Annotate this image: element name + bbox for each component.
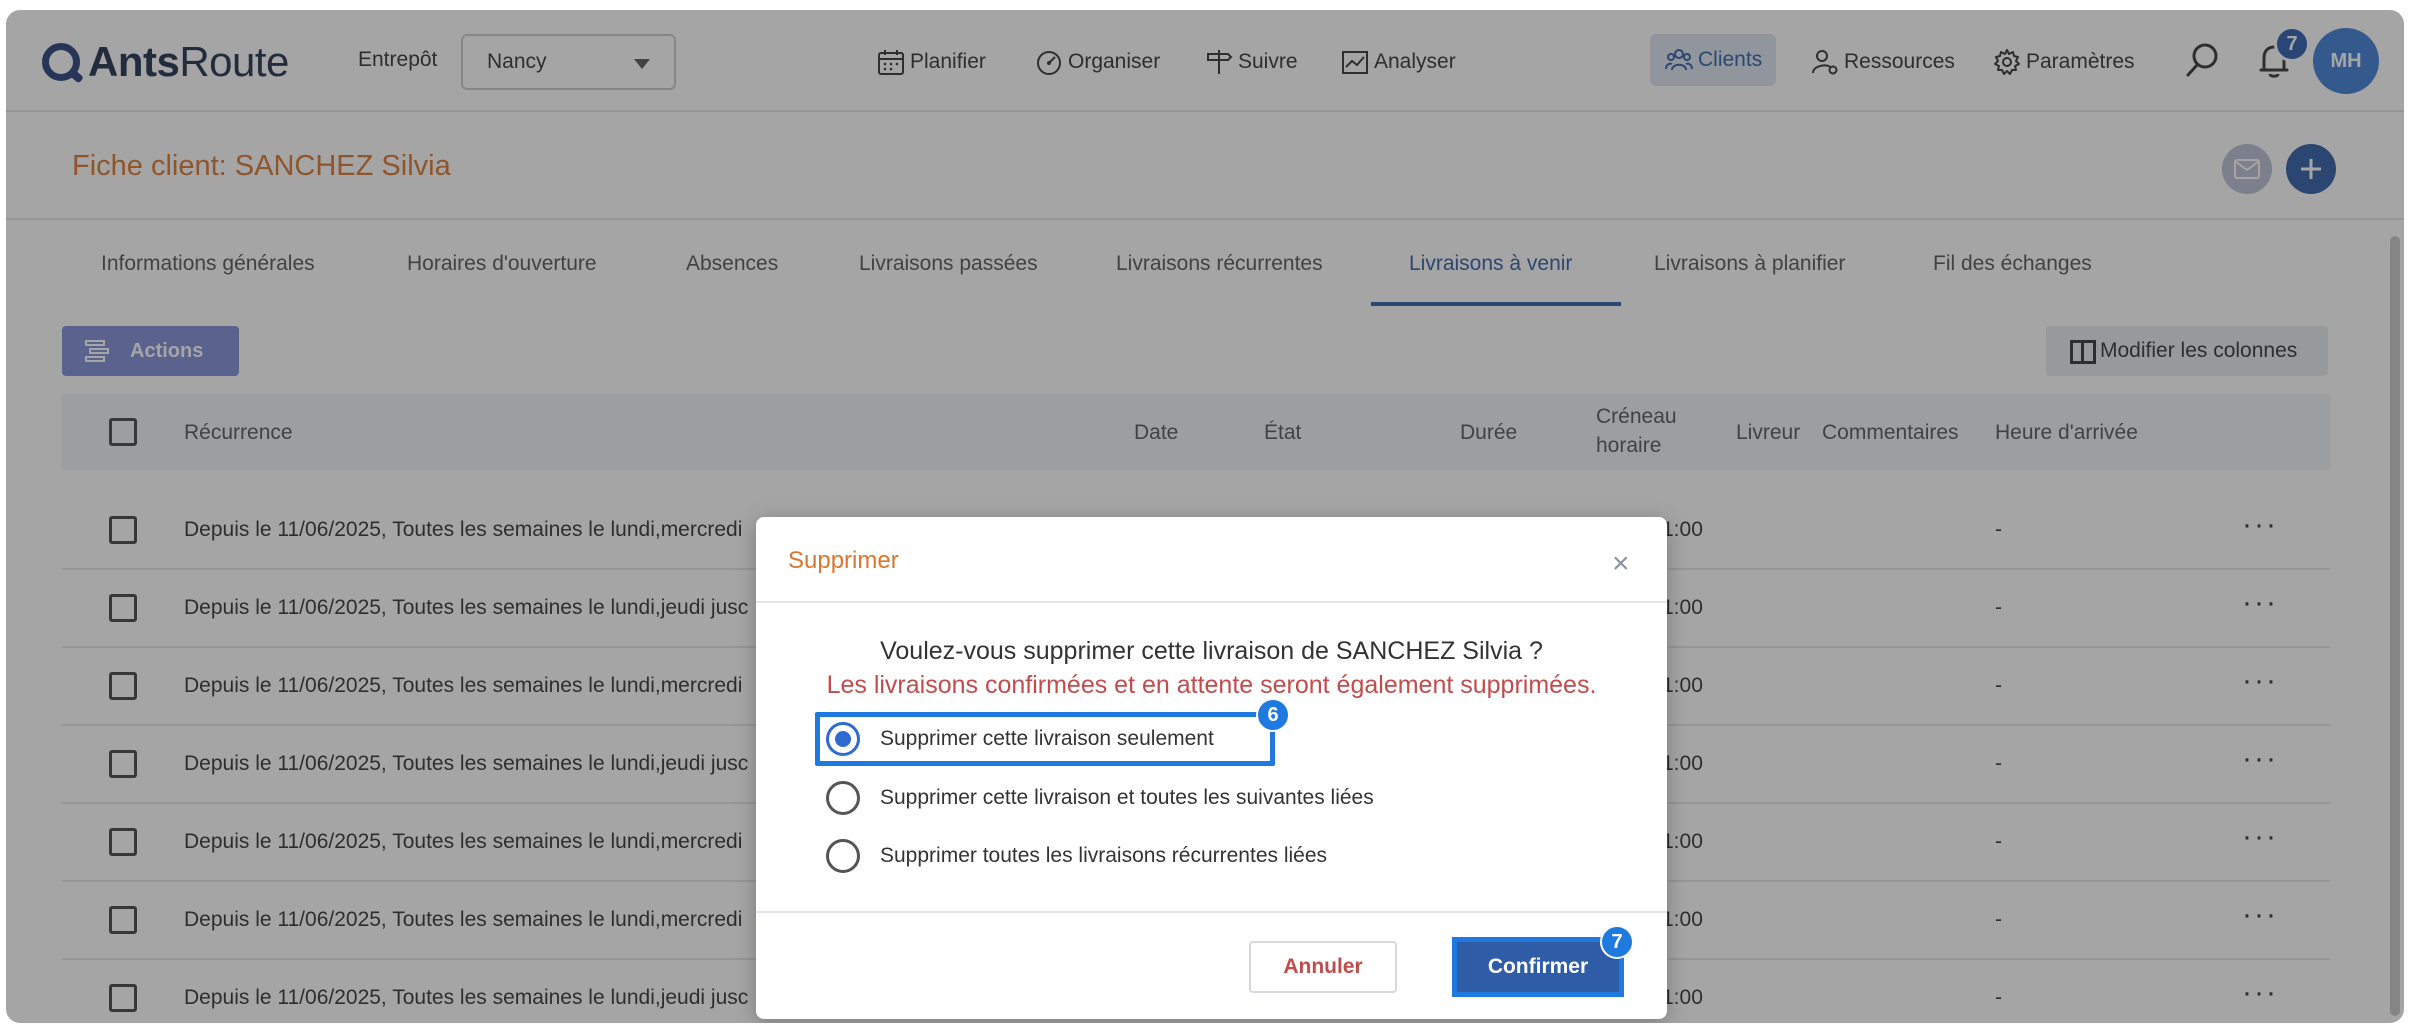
radio-label: Supprimer toutes les livraisons récurren… <box>880 844 1328 867</box>
confirm-button[interactable]: Confirmer <box>1452 937 1624 997</box>
dialog-question: Voulez-vous supprimer cette livraison de… <box>880 637 1543 665</box>
delete-dialog: Supprimer × Voulez-vous supprimer cette … <box>756 517 1667 1019</box>
cancel-button[interactable]: Annuler <box>1249 941 1397 993</box>
radio-label: Supprimer cette livraison et toutes les … <box>880 786 1374 809</box>
radio-button-checked[interactable] <box>826 722 860 756</box>
app-window: Ants Route Entrepôt Nancy Planifier Organ… <box>6 10 2404 1023</box>
radio-delete-this-and-following[interactable]: Supprimer cette livraison et toutes les … <box>826 777 1374 819</box>
close-icon[interactable]: × <box>1612 547 1630 581</box>
radio-delete-all-recurring[interactable]: Supprimer toutes les livraisons récurren… <box>826 835 1327 877</box>
dialog-title: Supprimer <box>788 547 899 574</box>
step-badge-option: 6 <box>1256 698 1290 732</box>
dialog-divider <box>756 601 1667 603</box>
step-badge-confirm: 7 <box>1600 925 1634 959</box>
dialog-warning: Les livraisons confirmées et en attente … <box>826 671 1597 699</box>
radio-label: Supprimer cette livraison seulement <box>880 727 1214 750</box>
dialog-footer-divider <box>756 911 1667 913</box>
radio-button[interactable] <box>826 781 860 815</box>
radio-delete-this-only[interactable]: Supprimer cette livraison seulement <box>826 718 1214 760</box>
radio-button[interactable] <box>826 839 860 873</box>
